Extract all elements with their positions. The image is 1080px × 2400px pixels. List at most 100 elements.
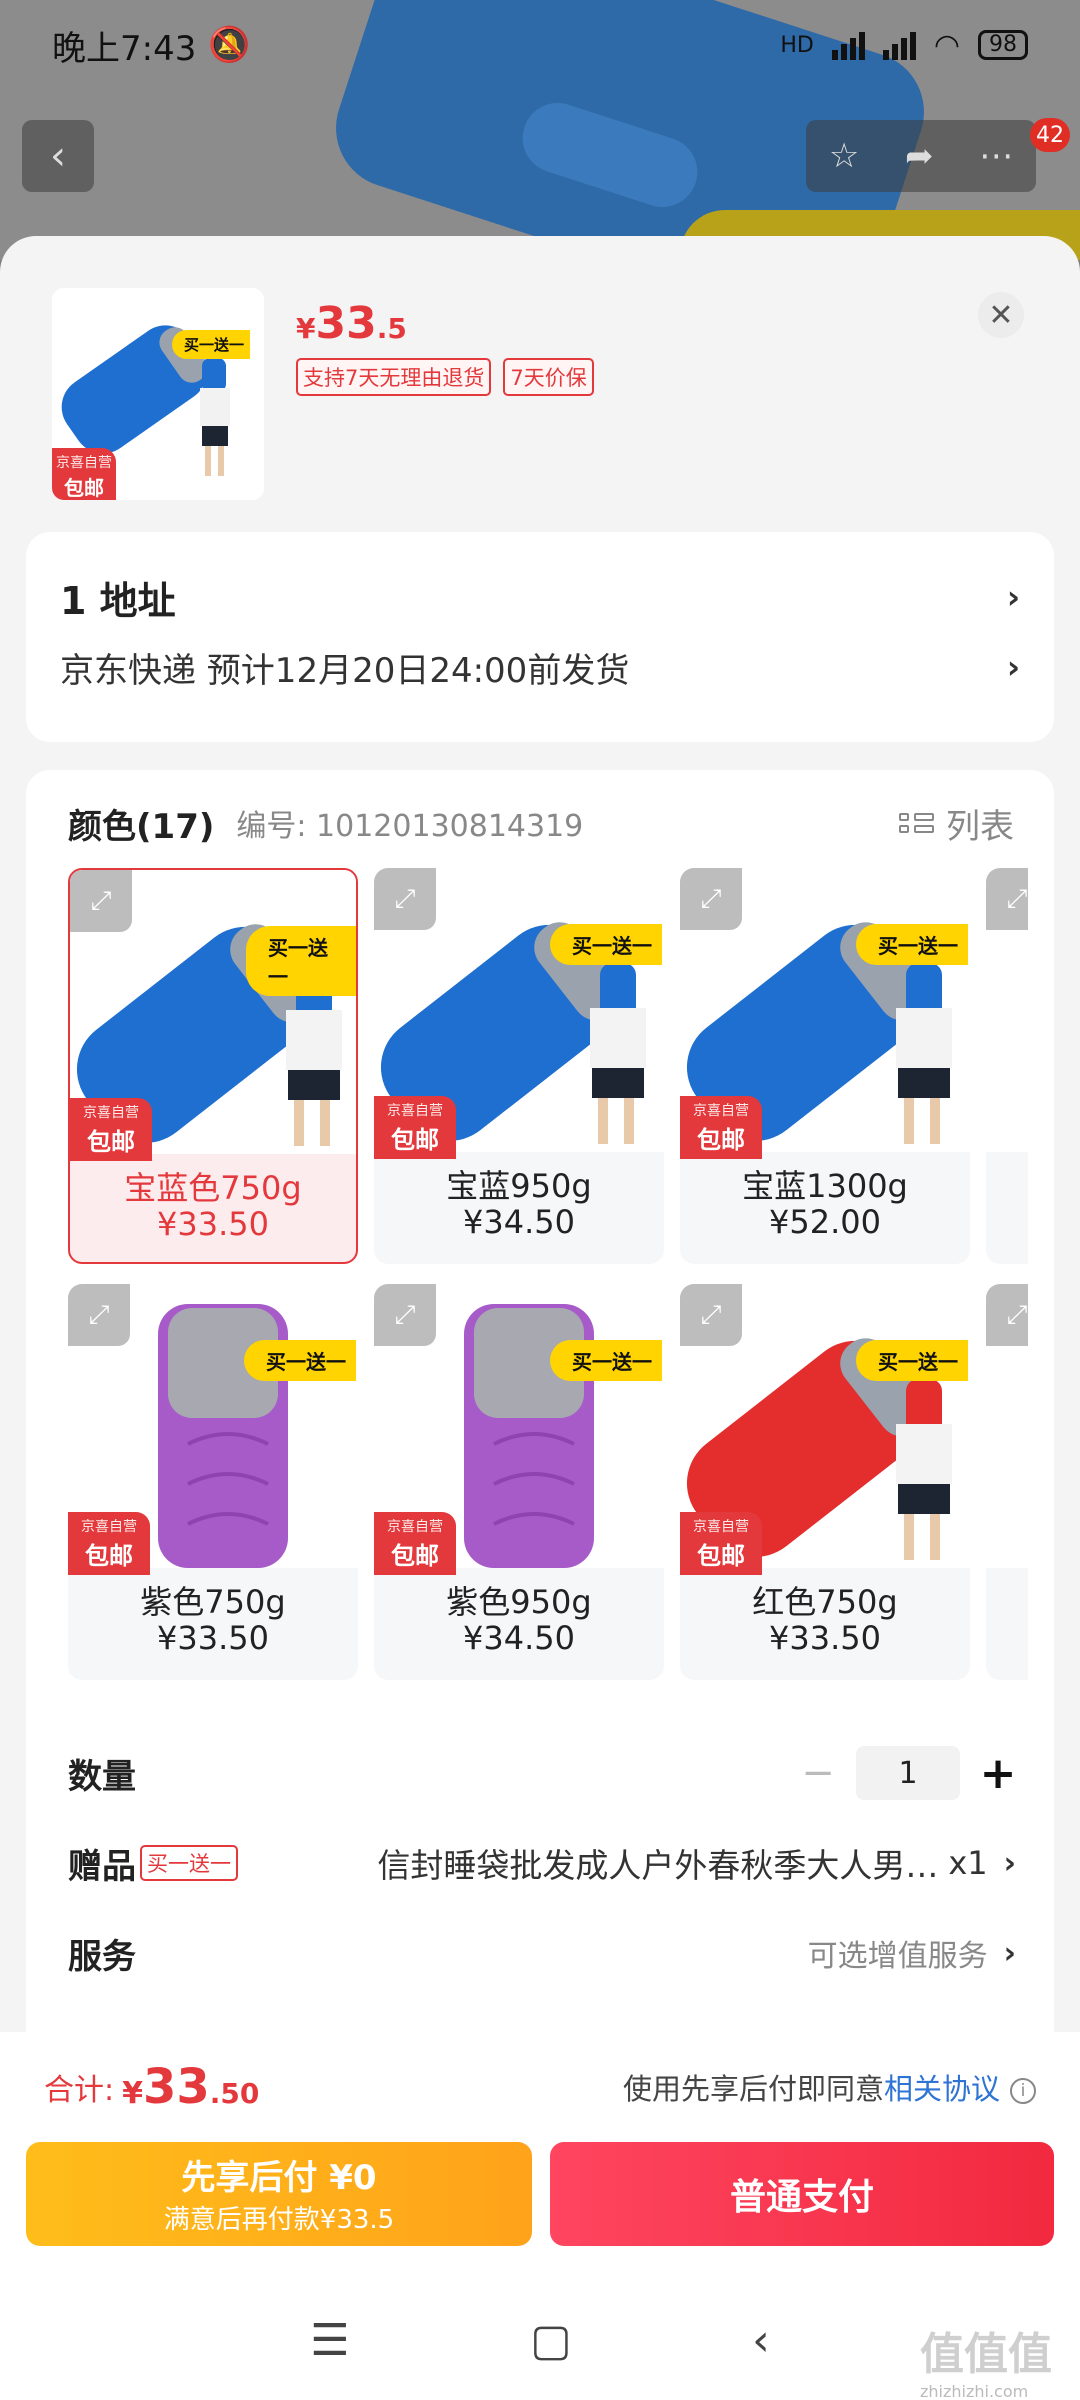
chevron-right-icon: › [1003,1935,1016,1971]
jd-badge-main: 包邮 [85,1542,133,1570]
promo-tag: 买一送一 [246,926,356,996]
jd-badge-top: 京喜自营 [693,1519,749,1535]
price-decimal: .5 [376,312,407,345]
sku-tile[interactable]: ⤢ 买一送一 京喜自营 包邮 宝蓝950g ¥34.50 [374,868,664,1264]
sku-name: 红色750g [752,1583,898,1621]
expand-icon[interactable]: ⤢ [374,1284,436,1346]
total-row: 合计: ¥33.50 使用先享后付即同意相关协议 i [0,2032,1080,2142]
signal-icon [831,30,865,60]
service-label: 服务 [68,1936,136,1977]
chevron-left-icon: ‹ [50,133,66,179]
sku-tile[interactable]: ⤢ 买一送一 京喜自营 包邮 紫色750g ¥33.50 [68,1284,358,1680]
close-button[interactable]: ✕ [978,292,1024,338]
jd-badge: 京喜自营 包邮 [374,1096,456,1159]
sku-label: 宝蓝950g ¥34.50 [374,1168,664,1240]
tag-price-protect: 7天价保 [503,358,594,396]
spec-card: 颜色(17) 编号: 10120130814319 列表 ⤢ 买一送一 京喜自营… [26,770,1054,2170]
agreement-prefix: 使用先享后付即同意 [622,2072,884,2106]
shipping-row[interactable]: 京东快递 预计12月20日24:00前发货 › [60,632,1020,702]
product-code: 编号: 10120130814319 [236,809,584,844]
expand-icon[interactable]: ⤢ [986,1284,1028,1346]
pay-later-button[interactable]: 先享后付 ¥0 满意后再付款¥33.5 [26,2142,532,2246]
list-view-toggle[interactable]: 列表 [899,799,1014,848]
jd-badge-main: 包邮 [697,1126,745,1154]
address-label: 1 地址 [60,578,176,623]
expand-icon[interactable]: ⤢ [374,868,436,930]
sku-label: 红色750g ¥33.50 [680,1584,970,1656]
sku-label: 宝蓝1300g ¥52.00 [680,1168,970,1240]
expand-icon[interactable]: ⤢ [68,1284,130,1346]
expand-icon[interactable]: ⤢ [70,870,132,932]
price-integer: 33 [315,298,377,349]
service-note: 可选增值服务 [807,1939,988,1974]
product-thumbnail[interactable]: 买一送一 京喜自营 包邮 [52,288,264,500]
watermark-main: 值值值 [920,2329,1052,2380]
spec-header: 颜色(17) 编号: 10120130814319 列表 [52,778,1028,868]
info-icon[interactable]: i [1010,2078,1036,2104]
sku-name: 紫色950g [446,1583,592,1621]
menu-icon[interactable]: ☰ [310,2315,349,2366]
product-price: ¥33.5 [296,298,407,349]
quantity-label: 数量 [68,1756,136,1797]
normal-pay-button[interactable]: 普通支付 [550,2142,1054,2246]
jd-badge-main: 包邮 [391,1126,439,1154]
promo-tag: 买一送一 [244,1340,356,1381]
address-row[interactable]: 1 地址 › [60,562,1020,632]
total-integer: 33 [142,2059,210,2115]
agreement-link[interactable]: 相关协议 [884,2072,1000,2106]
home-icon[interactable]: ▢ [530,2315,572,2366]
sku-price: ¥33.50 [157,1619,269,1657]
chevron-right-icon: › [1006,578,1020,616]
jd-badge-top: 京喜自营 [56,455,112,471]
sku-tile[interactable]: ⤢ 买一送一 京喜自营 包邮 宝蓝1300g ¥52.00 [680,868,970,1264]
jd-badge-top: 京喜自营 [83,1105,139,1121]
gift-row[interactable]: 赠品 买一送一 信封睡袋批发成人户外春秋季大人男… x1 › [52,1818,1028,1908]
jd-badge-main: 包邮 [697,1542,745,1570]
jd-badge-top: 京喜自营 [387,1519,443,1535]
sku-name: 宝蓝950g [446,1167,592,1205]
more-icon[interactable]: ⋯ [979,136,1013,176]
quantity-row: 数量 − 1 + [52,1728,1028,1818]
favorite-icon[interactable]: ☆ [829,136,859,176]
close-icon: ✕ [988,297,1014,333]
agreement-text: 使用先享后付即同意相关协议 i [623,2066,1036,2108]
promo-tag: 买一送一 [856,924,968,965]
sku-tile[interactable]: ⤢ 买一送一 京喜自营包邮 红色750g ¥33.50 [680,1284,970,1680]
service-row[interactable]: 服务 可选增值服务 › [52,1908,1028,1998]
battery-icon: 98 [978,30,1028,60]
back-button[interactable]: ‹ [22,120,94,192]
jd-badge: 京喜自营 包邮 [70,1098,152,1161]
share-icon[interactable]: ➦ [905,136,934,176]
total-price: ¥33.50 [122,2059,259,2115]
jd-badge-top: 京喜自营 [387,1103,443,1119]
signal-icon-2 [882,30,916,60]
expand-icon[interactable]: ⤢ [680,868,742,930]
increase-button[interactable]: + [978,1748,1018,1799]
product-header: 买一送一 京喜自营 包邮 ¥33.5 支持7天无理由退货 7天价保 ✕ [0,236,1080,526]
sku-tile-partial[interactable]: ⤢ [986,868,1028,1264]
shipping-estimate: 京东快递 预计12月20日24:00前发货 [60,650,630,691]
promo-tag: 买一送一 [856,1340,968,1381]
decrease-button[interactable]: − [798,1750,838,1796]
jd-badge: 京喜自营 包邮 [68,1512,150,1575]
address-card: 1 地址 › 京东快递 预计12月20日24:00前发货 › [26,532,1054,742]
sku-label: 紫色750g ¥33.50 [68,1584,358,1656]
sku-name: 紫色750g [140,1583,286,1621]
gift-quantity: x1 [948,1844,988,1882]
system-navigation-bar: ☰ ▢ ‹ [0,2280,1080,2400]
sku-tile-partial[interactable]: ⤢ [986,1284,1028,1680]
jd-badge-main: 包邮 [64,476,104,500]
gift-promo-tag: 买一送一 [140,1845,238,1881]
network-label: HD [780,32,814,58]
quantity-input[interactable]: 1 [856,1746,960,1800]
expand-icon[interactable]: ⤢ [986,868,1028,930]
back-nav-icon[interactable]: ‹ [752,2315,770,2366]
sku-tile[interactable]: ⤢ 买一送一 京喜自营 包邮 紫色950g ¥34.50 [374,1284,664,1680]
message-count-badge: 42 [1030,118,1070,152]
promo-tag: 买一送一 [550,1340,662,1381]
expand-icon[interactable]: ⤢ [680,1284,742,1346]
list-toggle-label: 列表 [946,806,1014,847]
sku-tile[interactable]: ⤢ 买一送一 京喜自营 包邮 宝蓝色750g ¥33.50 [68,868,358,1264]
jd-badge-main: 包邮 [87,1128,135,1156]
gift-label: 赠品 [68,1846,136,1887]
